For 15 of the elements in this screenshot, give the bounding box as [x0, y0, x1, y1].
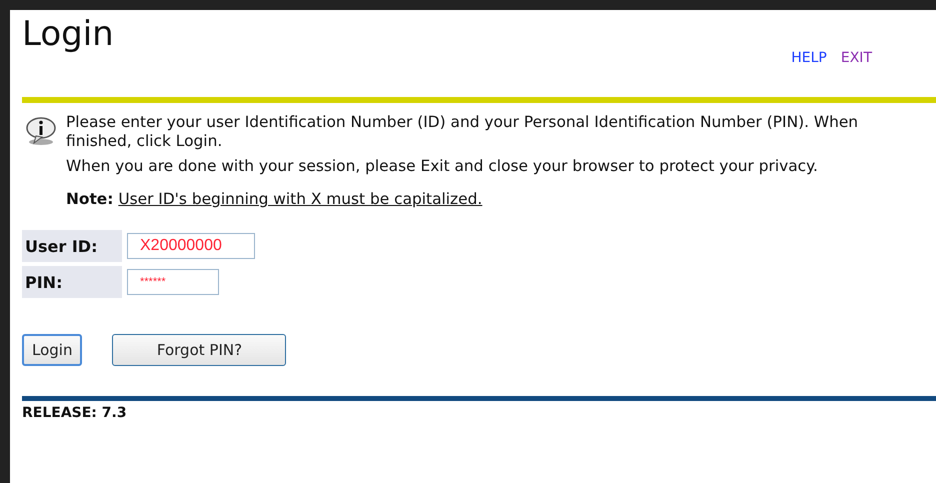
- note-text: User ID's beginning with X must be capitalized.: [118, 190, 482, 208]
- input-field[interactable]: X20000000: [127, 233, 255, 259]
- field-label: User ID:: [22, 230, 122, 262]
- note-label: Note:: [66, 190, 114, 208]
- info-bubble-icon: [24, 117, 58, 147]
- release-text: RELEASE: 7.3: [22, 405, 128, 421]
- instruction-text: When you are done with your session, please Exit and close your browser to protect your privacy.: [66, 157, 819, 176]
- form-button[interactable]: Login: [22, 334, 82, 366]
- instruction-text: Please enter your user Identification Number (ID) and your Personal Identification Number (PIN). When finished, click Login.: [66, 113, 860, 151]
- header-link[interactable]: HELP: [791, 50, 827, 66]
- field-label: PIN:: [22, 266, 122, 298]
- form-button[interactable]: Forgot PIN?: [112, 334, 286, 366]
- input-field[interactable]: ******: [127, 269, 219, 295]
- header-link[interactable]: EXIT: [840, 50, 872, 66]
- page-title: Login: [22, 14, 114, 54]
